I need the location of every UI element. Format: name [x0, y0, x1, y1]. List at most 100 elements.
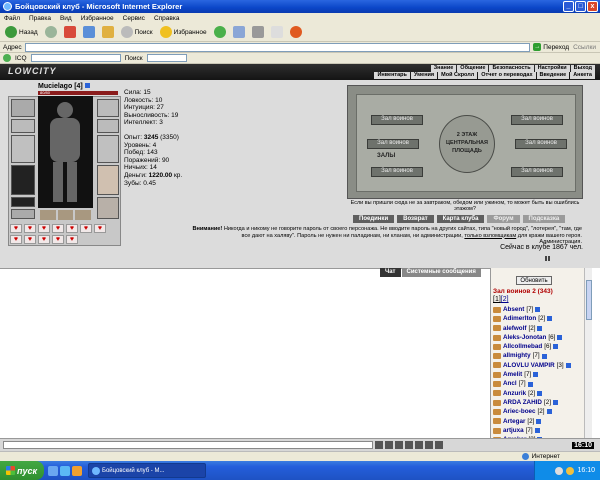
stop-button[interactable] [62, 25, 78, 40]
bracer-slot[interactable] [11, 209, 35, 219]
print-button[interactable] [250, 25, 266, 40]
amulet-slot[interactable] [11, 119, 35, 133]
heart-icon[interactable]: ♥ [80, 224, 92, 233]
nav-knowledge[interactable]: Знание [430, 65, 457, 72]
map-room-1[interactable]: Зал воинов [371, 115, 423, 125]
minimize-button[interactable]: _ [563, 1, 574, 12]
heart-icon[interactable]: ♥ [10, 224, 22, 233]
menu-edit[interactable]: Правка [29, 15, 51, 22]
list-item[interactable]: ARDA ZAHID [2] [493, 398, 588, 407]
list-item[interactable]: Absent [7] [493, 305, 588, 314]
icq-label[interactable]: ICQ [15, 55, 27, 62]
menu-favorites[interactable]: Избранное [81, 15, 114, 22]
heart-icon[interactable]: ♥ [52, 224, 64, 233]
boots-slot[interactable] [97, 197, 119, 219]
nav-intro[interactable]: Введение [536, 72, 570, 79]
filter-icon[interactable] [405, 441, 413, 449]
translit-icon[interactable] [415, 441, 423, 449]
gloves-slot[interactable] [97, 119, 119, 133]
map-room-5[interactable]: Зал воинов [371, 167, 423, 177]
icq-search-input[interactable] [30, 54, 121, 62]
map-room-3[interactable]: Зал воинов [367, 139, 419, 149]
info-icon[interactable] [84, 83, 90, 88]
counter-banner[interactable] [545, 256, 547, 261]
list-item[interactable]: artjuxa [7] [493, 426, 588, 435]
heart-icon[interactable]: ♥ [66, 235, 78, 244]
back-button[interactable]: Назад [3, 25, 40, 40]
hint-button[interactable]: Подсказка [522, 215, 566, 223]
taskbar-item-ie[interactable]: Бойцовский клуб - M... [88, 463, 206, 478]
map-central-square[interactable]: 2 ЭТАЖ ЦЕНТРАЛЬНАЯ ПЛОЩАДЬ [439, 115, 495, 173]
search-button[interactable]: Поиск [119, 25, 155, 40]
warning-link[interactable]: только взломщикам [464, 233, 516, 239]
heart-icon[interactable]: ♥ [94, 224, 106, 233]
desktop-icon[interactable] [48, 465, 58, 476]
weapon-slot[interactable] [11, 135, 35, 163]
close-button[interactable]: x [587, 1, 598, 12]
belt-slot[interactable] [11, 197, 35, 207]
send-icon[interactable] [375, 441, 383, 449]
list-item[interactable]: Adimerlton [2] [493, 314, 588, 323]
list-item[interactable]: allmighty [7] [493, 351, 588, 360]
heart-icon[interactable]: ♥ [38, 235, 50, 244]
list-item[interactable]: Ariec-boec [2] [493, 407, 588, 416]
address-input[interactable] [24, 42, 531, 52]
tab-chat[interactable]: Чат [380, 268, 401, 277]
nav-settings[interactable]: Настройки [534, 65, 570, 72]
heart-icon[interactable]: ♥ [24, 224, 36, 233]
settings-icon[interactable] [425, 441, 433, 449]
list-item[interactable]: Artegar [2] [493, 417, 588, 426]
map-room-4[interactable]: Зал воинов [515, 139, 567, 149]
menu-file[interactable]: Файл [4, 15, 20, 22]
list-item[interactable]: Ancl [7] [493, 379, 588, 388]
forward-button[interactable] [43, 25, 59, 40]
heart-icon[interactable]: ♥ [24, 235, 36, 244]
shield-slot[interactable] [97, 135, 119, 163]
maximize-button[interactable]: □ [575, 1, 586, 12]
chat-area[interactable] [0, 268, 490, 438]
tab-system[interactable]: Системные сообщения [401, 268, 481, 277]
page-2-link[interactable]: [2] [501, 296, 509, 303]
map-room-6[interactable]: Зал воинов [511, 167, 563, 177]
icq-dropdown[interactable] [146, 54, 187, 62]
list-item[interactable]: Amelit [7] [493, 370, 588, 379]
list-item[interactable]: Anzurik [2] [493, 389, 588, 398]
menu-view[interactable]: Вид [60, 15, 72, 22]
home-button[interactable] [100, 25, 116, 40]
character-name[interactable]: Mucielago [4] [38, 83, 90, 90]
nav-inventory[interactable]: Инвентарь [374, 72, 410, 79]
ie-icon[interactable] [60, 465, 70, 476]
exit-chat-icon[interactable] [435, 441, 443, 449]
history-button[interactable] [212, 25, 228, 40]
nav-communication[interactable]: Общение [457, 65, 489, 72]
mail-button[interactable] [231, 25, 247, 40]
menu-tools[interactable]: Сервис [123, 15, 145, 22]
list-item[interactable]: ALOVLU VAMPIR [3] [493, 361, 588, 370]
user-list-scrollbar[interactable] [584, 268, 592, 438]
volume-icon[interactable] [566, 466, 575, 475]
clear-icon[interactable] [385, 441, 393, 449]
icq-search-button[interactable]: Поиск [125, 55, 143, 62]
heart-icon[interactable]: ♥ [10, 235, 22, 244]
heart-icon[interactable]: ♥ [52, 235, 64, 244]
heart-icon[interactable]: ♥ [38, 224, 50, 233]
network-icon[interactable] [555, 466, 564, 475]
nav-security[interactable]: Безопасность [489, 65, 534, 72]
counter-banner[interactable] [548, 256, 550, 261]
edit-button[interactable] [269, 25, 285, 40]
list-item[interactable]: Aleks-Jonotan [6] [493, 333, 588, 342]
forum-button[interactable]: Форум [487, 215, 520, 223]
nav-scroll[interactable]: Мой Скролл [438, 72, 478, 79]
start-button[interactable]: пуск [0, 461, 44, 480]
armor-slot[interactable] [11, 165, 35, 195]
nav-transfers[interactable]: Отчет о переводах [478, 72, 536, 79]
map-room-2[interactable]: Зал воинов [511, 115, 563, 125]
leggings-slot[interactable] [97, 165, 119, 195]
messenger-button[interactable] [288, 25, 304, 40]
media-icon[interactable] [72, 465, 82, 476]
nav-skills[interactable]: Умения [410, 72, 438, 79]
menu-help[interactable]: Справка [154, 15, 180, 22]
go-button[interactable]: → Переход [533, 43, 573, 51]
ring-slots[interactable] [97, 99, 119, 117]
chat-message-input[interactable] [3, 441, 373, 449]
